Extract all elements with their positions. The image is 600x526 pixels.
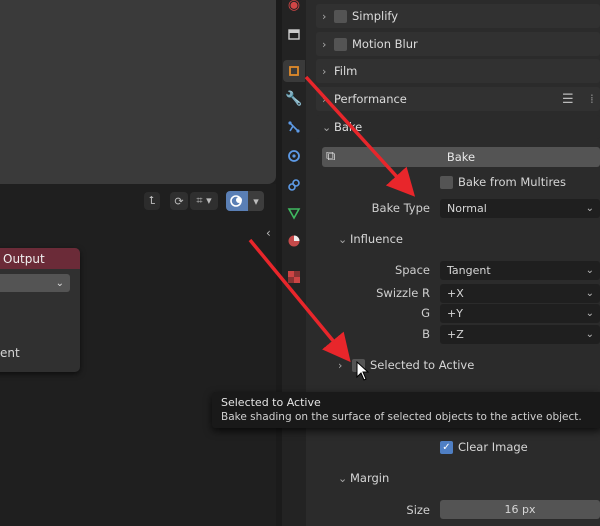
influence-title: Influence [350,232,403,246]
motion-blur-checkbox[interactable] [334,37,347,51]
panel-title: Performance [334,92,407,106]
tooltip-title: Selected to Active [221,396,321,409]
list-icon[interactable]: ☰ [562,92,574,107]
panel-simplify[interactable]: › Simplify [316,4,600,28]
swizzle-g-dropdown[interactable]: +Y ⌄ [440,304,600,323]
swizzle-b-dropdown[interactable]: +Z ⌄ [440,325,600,344]
chevron-down-icon: ⌄ [585,288,594,299]
margin-title: Margin [350,471,390,485]
swizzle-g-value: +Y [447,307,463,320]
bake-type-label: Bake Type [371,201,430,215]
mouse-cursor-icon [356,361,370,381]
node-socket-label: ent [0,346,20,360]
selected-to-active-title: Selected to Active [370,358,475,372]
bake-type-value: Normal [447,202,487,215]
tooltip: Selected to Active Bake shading on the s… [212,392,600,428]
chevron-right-icon: › [322,92,327,106]
space-value: Tangent [447,264,491,277]
snap-icon[interactable]: ⟳ [170,192,188,210]
space-dropdown[interactable]: Tangent ⌄ [440,261,600,280]
swizzle-b-label: B [422,327,430,341]
clear-image-checkbox[interactable]: ✓ [440,440,453,454]
particles-icon[interactable] [283,116,305,138]
bake-from-multires-label: Bake from Multires [458,175,566,189]
panel-title: Motion Blur [352,37,418,51]
parent-node-tree-icon[interactable]: ⮤ [144,192,160,210]
chevron-down-icon: ⌄ [338,471,348,485]
tooltip-description: Bake shading on the surface of selected … [221,411,582,423]
simplify-checkbox[interactable] [334,9,347,23]
bake-button-label: Bake [446,150,476,164]
swizzle-b-value: +Z [447,328,464,341]
drag-handle-icon[interactable]: ⁞ [590,92,594,106]
snap-grid-icon[interactable]: ⌗ ▾ [190,192,218,210]
panel-performance[interactable]: › Performance [316,87,600,111]
chevron-left-icon[interactable]: ‹ [266,226,271,240]
swizzle-r-value: +X [447,287,464,300]
node-header: Output [0,248,80,269]
node-target-dropdown[interactable]: ⌄ [0,274,70,292]
constraints-icon[interactable] [283,174,305,196]
3d-viewport[interactable] [0,0,276,184]
swizzle-r-label: Swizzle R [376,286,430,300]
chevron-down-icon: ⌄ [338,232,348,246]
clear-image-row[interactable]: ✓ Clear Image [440,440,528,454]
chevron-down-icon: ⌄ [585,308,594,319]
margin-size-label: Size [406,503,430,517]
wrench-icon[interactable]: 🔧 [283,88,305,110]
panel-motion-blur[interactable]: › Motion Blur [316,32,600,56]
material-icon[interactable] [283,230,305,252]
clear-image-label: Clear Image [458,440,528,454]
panel-film[interactable]: › Film [316,59,600,83]
bake-from-multires-checkbox[interactable] [440,175,453,189]
object-icon[interactable] [283,60,305,82]
swizzle-g-label: G [421,306,430,320]
chevron-down-icon: ⌄ [585,203,594,214]
render-bake-icon: ⧉ [326,149,336,164]
panel-title: Film [334,64,358,78]
margin-size-value: 16 px [504,503,536,516]
physics-icon[interactable] [283,145,305,167]
space-label: Space [394,263,430,277]
margin-subpanel[interactable]: ⌄ Margin [338,471,389,485]
bake-from-multires-row[interactable]: Bake from Multires [440,175,566,189]
chevron-down-icon: ⌄ [585,265,594,276]
influence-subpanel[interactable]: ⌄ Influence [338,232,403,246]
output-node[interactable]: Output ⌄ ent [0,248,80,372]
panel-bake[interactable]: ⌄ Bake [316,115,600,139]
texture-icon[interactable] [283,266,305,288]
chevron-right-icon: › [322,9,327,23]
chevron-down-icon: ⌄ [55,277,64,289]
data-icon[interactable] [283,202,305,224]
chevron-right-icon: › [322,37,327,51]
chevron-down-icon[interactable]: ▾ [248,191,264,211]
panel-title: Bake [334,120,363,134]
chevron-down-icon: ⌄ [322,120,332,134]
overlay-toggle-icon[interactable] [226,191,248,211]
margin-size-field[interactable]: 16 px [440,500,600,519]
bake-button[interactable]: Bake [322,147,600,167]
scene-icon[interactable]: ◉ [283,0,305,16]
chevron-right-icon: › [322,64,327,78]
panel-title: Simplify [352,9,399,23]
world-icon[interactable] [283,23,305,45]
chevron-down-icon: ⌄ [585,329,594,340]
chevron-right-icon: › [338,358,343,372]
bake-type-dropdown[interactable]: Normal ⌄ [440,199,600,218]
swizzle-r-dropdown[interactable]: +X ⌄ [440,284,600,303]
